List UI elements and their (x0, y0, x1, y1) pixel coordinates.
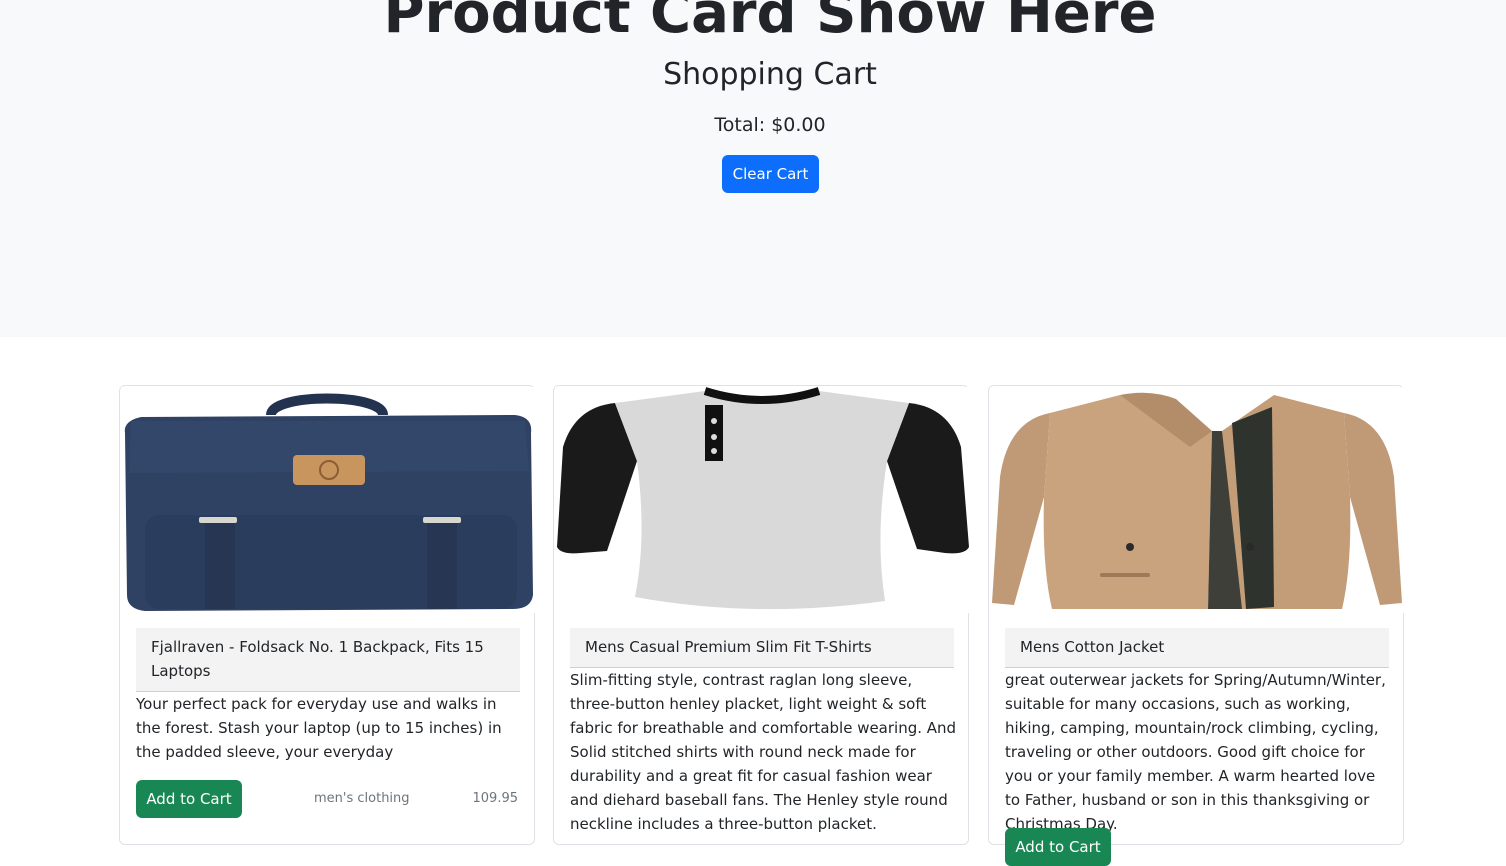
cart-total: Total: $0.00 (714, 114, 826, 136)
cart-title: Shopping Cart (663, 57, 877, 92)
product-card: Mens Cotton Jacket great outerwear jacke… (988, 385, 1404, 866)
product-card: Fjallraven - Foldsack No. 1 Backpack, Fi… (119, 385, 535, 845)
khaki-jacket-image (990, 387, 1404, 613)
add-to-cart-button[interactable]: Add to Cart (136, 780, 242, 818)
navy-backpack-image (121, 387, 535, 613)
product-card: Mens Casual Premium Slim Fit T-Shirts Sl… (553, 385, 969, 845)
product-title: Mens Casual Premium Slim Fit T-Shirts (570, 628, 954, 668)
product-title: Mens Cotton Jacket (1005, 628, 1389, 668)
raglan-tshirt-image (555, 387, 969, 613)
product-title: Fjallraven - Foldsack No. 1 Backpack, Fi… (136, 628, 520, 692)
page-title: Product Card Show Here (383, 0, 1157, 46)
product-description: Your perfect pack for everyday use and w… (136, 695, 502, 761)
product-description: Slim-fitting style, contrast raglan long… (570, 671, 957, 833)
product-price: 109.95 (472, 791, 519, 806)
product-description: great outerwear jackets for Spring/Autum… (1005, 671, 1386, 833)
product-category: men's clothing (314, 791, 410, 806)
hero-section: Product Card Show Here Shopping Cart Tot… (0, 0, 1506, 337)
add-to-cart-button[interactable]: Add to Cart (1005, 828, 1111, 866)
clear-cart-button[interactable]: Clear Cart (722, 155, 819, 193)
